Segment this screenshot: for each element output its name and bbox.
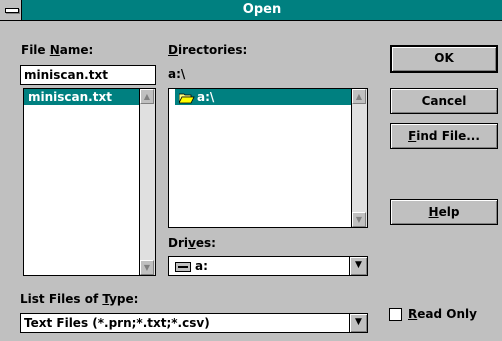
chevron-down-icon[interactable]: ▼ bbox=[349, 314, 367, 332]
drives-dropdown[interactable]: a: ▼ bbox=[168, 256, 368, 276]
file-name-label: File Name: bbox=[21, 43, 94, 57]
scroll-up-icon[interactable]: ▲ bbox=[140, 89, 154, 104]
directory-list-scrollbar[interactable]: ▲ ▼ bbox=[351, 89, 367, 227]
file-list-scrollbar[interactable]: ▲ ▼ bbox=[139, 89, 155, 275]
system-menu-button[interactable] bbox=[0, 0, 22, 20]
cancel-button[interactable]: Cancel bbox=[390, 88, 498, 114]
file-type-value: Text Files (*.prn;*.txt;*.csv) bbox=[24, 316, 210, 330]
current-directory-path: a:\ bbox=[168, 67, 186, 81]
scroll-down-icon[interactable]: ▼ bbox=[140, 260, 154, 275]
find-file-button[interactable]: Find File... bbox=[390, 123, 498, 149]
file-name-value: miniscan.txt bbox=[24, 68, 108, 82]
window-title: Open bbox=[242, 2, 282, 17]
read-only-checkbox[interactable] bbox=[389, 308, 402, 321]
title-bar[interactable]: Open bbox=[0, 0, 502, 21]
file-list[interactable]: miniscan.txt ▲ ▼ bbox=[23, 88, 156, 276]
directory-list[interactable]: a:\ ▲ ▼ bbox=[168, 88, 368, 228]
help-button[interactable]: Help bbox=[390, 199, 498, 225]
file-name-input[interactable]: miniscan.txt bbox=[20, 65, 156, 85]
scroll-up-icon[interactable]: ▲ bbox=[352, 89, 366, 104]
directory-item-label: a:\ bbox=[197, 90, 215, 104]
floppy-drive-icon bbox=[175, 261, 191, 275]
directories-label: Directories: bbox=[168, 43, 248, 57]
directory-item[interactable]: a:\ bbox=[175, 89, 361, 105]
read-only-label[interactable]: Read Only bbox=[408, 307, 477, 321]
file-type-dropdown[interactable]: Text Files (*.prn;*.txt;*.csv) ▼ bbox=[20, 313, 368, 333]
chevron-down-icon[interactable]: ▼ bbox=[349, 257, 367, 275]
file-list-item[interactable]: miniscan.txt bbox=[24, 89, 141, 105]
system-menu-icon bbox=[5, 8, 19, 13]
file-type-label: List Files of Type: bbox=[20, 292, 139, 306]
drives-label: Drives: bbox=[168, 236, 216, 250]
scroll-down-icon[interactable]: ▼ bbox=[352, 212, 366, 227]
drives-value: a: bbox=[195, 259, 208, 273]
ok-button[interactable]: OK bbox=[390, 45, 498, 73]
open-folder-icon bbox=[178, 92, 195, 108]
